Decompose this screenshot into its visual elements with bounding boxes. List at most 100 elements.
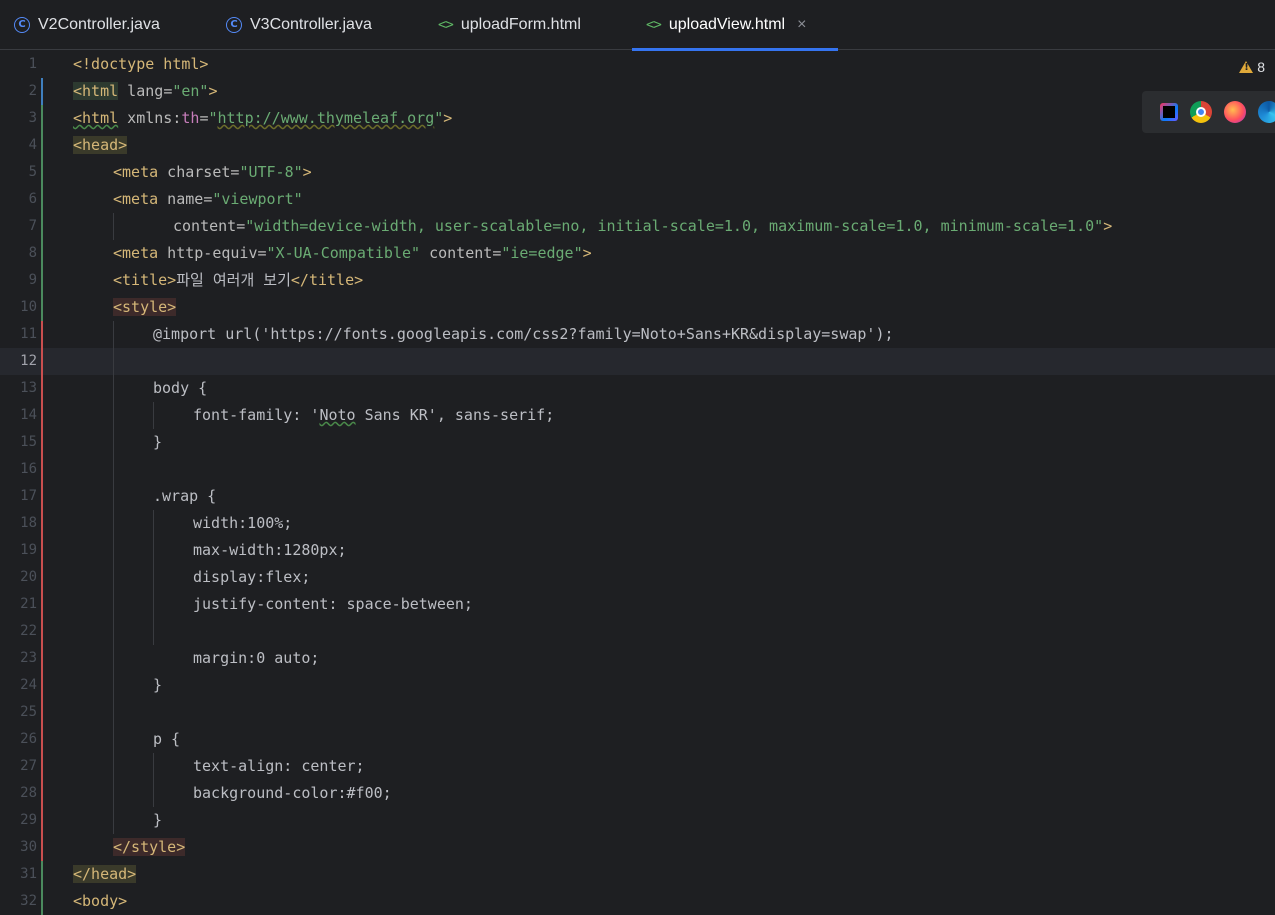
code-line-7: content="width=device-width, user-scalab… bbox=[173, 213, 1112, 240]
code-line-10: <style> bbox=[113, 294, 177, 321]
quote: " bbox=[208, 109, 218, 127]
css-selector: .wrap { bbox=[153, 487, 217, 505]
intellij-icon[interactable] bbox=[1160, 103, 1178, 121]
code-editor[interactable]: 1 2 3 4 5 6 7 8 9 10 11 12 13 14 15 16 17 18 19 20 21 22 23 24 2… bbox=[0, 51, 1275, 915]
code-line-11: @import url('https://fonts.googleapis.co… bbox=[153, 321, 894, 348]
tab-v2controller[interactable]: C V2Controller.java bbox=[14, 0, 160, 50]
tab-label: V2Controller.java bbox=[38, 16, 160, 33]
code-line-19: max-width:1280px; bbox=[193, 537, 347, 564]
code-line-14: font-family: 'Noto Sans KR', sans-serif; bbox=[193, 402, 554, 429]
css-decl: background-color:#f00; bbox=[193, 784, 392, 802]
string: "UTF-8" bbox=[239, 163, 303, 181]
line-number[interactable]: 19 bbox=[0, 537, 37, 564]
tag: > bbox=[208, 82, 218, 100]
line-number[interactable]: 28 bbox=[0, 780, 37, 807]
eq: = bbox=[236, 217, 246, 235]
vcs-change-marker[interactable] bbox=[41, 78, 43, 105]
code-line-24: } bbox=[153, 672, 162, 699]
code-line-13: body { bbox=[153, 375, 207, 402]
line-number[interactable]: 4 bbox=[0, 132, 37, 159]
css-decl: Sans KR', sans-serif; bbox=[355, 406, 555, 424]
line-number[interactable]: 16 bbox=[0, 456, 37, 483]
tag: <!doctype html> bbox=[73, 55, 209, 73]
css-decl: max-width:1280px; bbox=[193, 541, 347, 559]
attr: xmlns: bbox=[118, 109, 182, 127]
css-decl: text-align: center; bbox=[193, 757, 365, 775]
tag: > bbox=[302, 163, 312, 181]
edge-icon[interactable] bbox=[1258, 101, 1275, 123]
line-number[interactable]: 5 bbox=[0, 159, 37, 186]
line-number[interactable]: 32 bbox=[0, 888, 37, 915]
line-number[interactable]: 21 bbox=[0, 591, 37, 618]
tab-uploadform[interactable]: <> uploadForm.html bbox=[438, 0, 581, 50]
line-number[interactable]: 17 bbox=[0, 483, 37, 510]
tag: <html bbox=[73, 82, 119, 100]
line-number[interactable]: 3 bbox=[0, 105, 37, 132]
line-number[interactable]: 15 bbox=[0, 429, 37, 456]
line-number[interactable]: 8 bbox=[0, 240, 37, 267]
line-number[interactable]: 7 bbox=[0, 213, 37, 240]
eq: = bbox=[203, 190, 213, 208]
warning-icon bbox=[1239, 61, 1254, 73]
tab-label: uploadForm.html bbox=[460, 16, 581, 33]
eq: = bbox=[163, 82, 173, 100]
line-number[interactable]: 29 bbox=[0, 807, 37, 834]
code-line-5: <meta charset="UTF-8"> bbox=[113, 159, 312, 186]
line-number-gutter[interactable]: 1 2 3 4 5 6 7 8 9 10 11 12 13 14 15 16 17 18 19 20 21 22 23 24 2… bbox=[0, 51, 70, 915]
line-number[interactable]: 27 bbox=[0, 753, 37, 780]
line-number[interactable]: 24 bbox=[0, 672, 37, 699]
eq: = bbox=[257, 244, 267, 262]
line-number[interactable]: 12 bbox=[0, 348, 37, 375]
code-line-31: </head> bbox=[73, 861, 137, 888]
tab-uploadview[interactable]: <> uploadView.html × bbox=[632, 0, 838, 51]
line-number[interactable]: 31 bbox=[0, 861, 37, 888]
browser-preview-bar bbox=[1142, 91, 1275, 133]
typo-word: Noto bbox=[319, 406, 356, 424]
html-file-icon: <> bbox=[438, 17, 454, 33]
line-number[interactable]: 11 bbox=[0, 321, 37, 348]
line-number[interactable]: 18 bbox=[0, 510, 37, 537]
code-line-4: <head> bbox=[73, 132, 128, 159]
line-number[interactable]: 2 bbox=[0, 78, 37, 105]
line-number[interactable]: 25 bbox=[0, 699, 37, 726]
firefox-icon[interactable] bbox=[1224, 101, 1246, 123]
code-line-17: .wrap { bbox=[153, 483, 216, 510]
code-line-15: } bbox=[153, 429, 162, 456]
code-line-3: <html xmlns:th="http://www.thymeleaf.org… bbox=[73, 105, 452, 132]
line-number[interactable]: 1 bbox=[0, 51, 37, 78]
css-decl: display:flex; bbox=[193, 568, 311, 586]
code-line-1: <!doctype html> bbox=[73, 51, 208, 78]
code-area[interactable]: <!doctype html> <html lang="en"> <html x… bbox=[73, 51, 1275, 915]
url-string[interactable]: http://www.thymeleaf.org bbox=[218, 109, 435, 127]
line-number[interactable]: 14 bbox=[0, 402, 37, 429]
code-line-21: justify-content: space-between; bbox=[193, 591, 473, 618]
code-line-26: p { bbox=[153, 726, 180, 753]
line-number[interactable]: 22 bbox=[0, 618, 37, 645]
code-line-29: } bbox=[153, 807, 162, 834]
chrome-icon[interactable] bbox=[1190, 101, 1212, 123]
vcs-modified-marker[interactable] bbox=[41, 321, 43, 861]
namespace: th bbox=[181, 109, 200, 127]
line-number[interactable]: 13 bbox=[0, 375, 37, 402]
css-decl: width:100%; bbox=[193, 514, 293, 532]
close-tab-icon[interactable]: × bbox=[797, 16, 806, 34]
line-number[interactable]: 20 bbox=[0, 564, 37, 591]
inspection-widget[interactable]: 8 bbox=[1239, 59, 1265, 75]
line-number[interactable]: 23 bbox=[0, 645, 37, 672]
css-import: @import url('https://fonts.googleapis.co… bbox=[153, 325, 894, 343]
html-file-icon: <> bbox=[646, 17, 662, 33]
editor-tab-bar: C V2Controller.java C V3Controller.java … bbox=[0, 0, 1275, 51]
string: "en" bbox=[172, 82, 209, 100]
quote: " bbox=[434, 109, 444, 127]
line-number[interactable]: 6 bbox=[0, 186, 37, 213]
code-line-30: </style> bbox=[113, 834, 186, 861]
attr: charset bbox=[158, 163, 231, 181]
line-number[interactable]: 26 bbox=[0, 726, 37, 753]
code-line-9: <title>파일 여러개 보기</title> bbox=[113, 267, 363, 294]
attr: http-equiv bbox=[158, 244, 258, 262]
tab-v3controller[interactable]: C V3Controller.java bbox=[226, 0, 372, 50]
line-number[interactable]: 10 bbox=[0, 294, 37, 321]
tag: <style> bbox=[113, 298, 177, 316]
line-number[interactable]: 30 bbox=[0, 834, 37, 861]
line-number[interactable]: 9 bbox=[0, 267, 37, 294]
